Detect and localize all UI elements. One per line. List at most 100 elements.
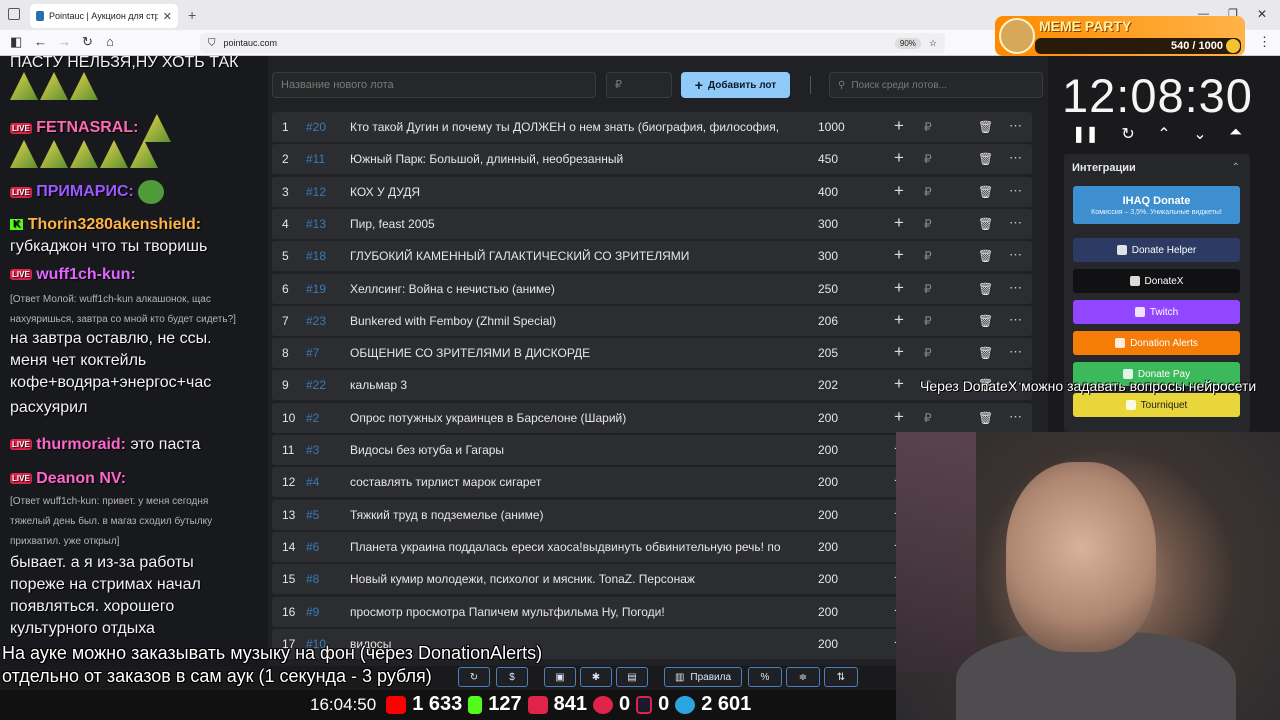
bug-button[interactable]: ✱ <box>580 667 612 687</box>
add-amount-icon[interactable]: + <box>894 181 904 201</box>
more-options-icon[interactable]: ⋯ <box>1009 280 1022 296</box>
delete-lot-icon[interactable]: 🗑 <box>978 120 993 134</box>
pause-icon[interactable]: ❚❚ <box>1072 124 1099 146</box>
forward-icon[interactable]: → <box>58 34 71 49</box>
lot-amount[interactable]: 200 <box>818 443 838 457</box>
add-amount-icon[interactable]: + <box>894 342 904 362</box>
more-options-icon[interactable]: ⋯ <box>1009 247 1022 263</box>
lot-row[interactable]: 1 #20 Кто такой Дугин и почему ты ДОЛЖЕН о… <box>272 112 1032 142</box>
chat-nickname[interactable]: ПРИМАРИС: <box>36 183 134 200</box>
back-icon[interactable]: ← <box>34 34 47 49</box>
new-lot-name-input[interactable]: Название нового лота <box>272 72 596 98</box>
more-options-icon[interactable]: ⋯ <box>1009 409 1022 425</box>
chat-nickname[interactable]: thurmoraid: <box>36 436 126 453</box>
lot-amount[interactable]: 200 <box>818 411 838 425</box>
integration-button-twitch[interactable]: Twitch <box>1073 300 1240 324</box>
delete-lot-icon[interactable]: 🗑 <box>978 152 993 166</box>
delete-lot-icon[interactable]: 🗑 <box>978 314 993 328</box>
lot-row[interactable]: 8 #7 ОБЩЕНИЕ СО ЗРИТЕЛЯМИ В ДИСКОРДЕ 205 + ₽ 🗑… <box>272 338 1032 369</box>
more-options-icon[interactable]: ⋯ <box>1009 183 1022 199</box>
lot-amount[interactable]: 300 <box>818 249 838 263</box>
add-amount-icon[interactable]: + <box>894 213 904 233</box>
lot-name[interactable]: ГЛУБОКИЙ КАМЕННЫЙ ГАЛАКТИЧЕСКИЙ СО ЗРИТЕ… <box>350 249 790 263</box>
rules-button[interactable]: ▥ Правила <box>664 667 742 687</box>
lot-amount[interactable]: 250 <box>818 282 838 296</box>
lot-amount[interactable]: 202 <box>818 378 838 392</box>
lot-row[interactable]: 5 #18 ГЛУБОКИЙ КАМЕННЫЙ ГАЛАКТИЧЕСКИЙ СО З… <box>272 241 1032 272</box>
add-amount-icon[interactable]: + <box>894 407 904 427</box>
lot-amount[interactable]: 200 <box>818 508 838 522</box>
new-lot-price-input[interactable]: ₽ <box>606 72 672 98</box>
lot-amount[interactable]: 200 <box>818 637 838 651</box>
integration-button-tourniquet[interactable]: Tourniquet <box>1073 393 1240 417</box>
lot-amount[interactable]: 206 <box>818 314 838 328</box>
lot-name[interactable]: Bunkered with Femboy (Zhmil Special) <box>350 314 790 328</box>
lot-name[interactable]: просмотр просмотра Папичем мультфильма Н… <box>350 605 790 619</box>
dollar-button[interactable]: $ <box>496 667 528 687</box>
lot-name[interactable]: Хеллсинг: Война с нечистью (аниме) <box>350 282 790 296</box>
lot-name[interactable]: КОХ У ДУДЯ <box>350 185 790 199</box>
url-bar[interactable]: ⛉ pointauc.com 90% ☆ <box>200 33 945 53</box>
close-tab-icon[interactable]: ✕ <box>163 10 172 23</box>
add-amount-icon[interactable]: + <box>894 245 904 265</box>
integration-button-donate-helper[interactable]: Donate Helper <box>1073 238 1240 262</box>
lot-name[interactable]: Южный Парк: Большой, длинный, необрезанн… <box>350 152 790 166</box>
lot-amount[interactable]: 200 <box>818 540 838 554</box>
window-close-icon[interactable]: ✕ <box>1257 7 1267 21</box>
integration-button-donatex[interactable]: DonateX <box>1073 269 1240 293</box>
lot-name[interactable]: Опрос потужных украинцев в Барселоне (Ша… <box>350 411 790 425</box>
lot-amount[interactable]: 450 <box>818 152 838 166</box>
more-options-icon[interactable]: ⋯ <box>1009 344 1022 360</box>
delete-lot-icon[interactable]: 🗑 <box>978 282 993 296</box>
chat-nickname[interactable]: Thorin3280akenshield: <box>28 216 201 233</box>
chat-nickname[interactable]: wuff1ch-kun: <box>36 266 136 283</box>
new-tab-icon[interactable]: + <box>188 7 196 23</box>
lot-amount[interactable]: 300 <box>818 217 838 231</box>
lot-amount[interactable]: 200 <box>818 605 838 619</box>
split-button[interactable]: ≑ <box>786 667 820 687</box>
lot-row[interactable]: 4 #13 Пир, feast 2005 300 + ₽ 🗑 ⋯ <box>272 208 1032 239</box>
add-amount-icon[interactable]: + <box>894 278 904 298</box>
add-amount-icon[interactable]: + <box>894 374 904 394</box>
integration-button-donation-alerts[interactable]: Donation Alerts <box>1073 331 1240 355</box>
lot-amount[interactable]: 400 <box>818 185 838 199</box>
add-lot-button[interactable]: + Добавить лот <box>681 72 790 98</box>
save-button[interactable]: ▣ <box>544 667 576 687</box>
double-chevron-up-icon[interactable]: ⏶ <box>1229 124 1242 146</box>
delete-lot-icon[interactable]: 🗑 <box>978 411 993 425</box>
lot-name[interactable]: Новый кумир молодежи, психолог и мясник.… <box>350 572 790 586</box>
chat-nickname[interactable]: Deanon NV: <box>36 470 126 487</box>
add-amount-icon[interactable]: + <box>894 116 904 136</box>
lot-name[interactable]: составлять тирлист марок сигарет <box>350 475 790 489</box>
lot-name[interactable]: кальмар 3 <box>350 378 790 392</box>
add-amount-icon[interactable]: + <box>894 310 904 330</box>
lot-name[interactable]: Пир, feast 2005 <box>350 217 790 231</box>
zoom-level-badge[interactable]: 90% <box>894 37 921 49</box>
delete-lot-icon[interactable]: 🗑 <box>978 249 993 263</box>
percent-button[interactable]: % <box>748 667 782 687</box>
lot-name[interactable]: Видосы без ютуба и Гагары <box>350 443 790 457</box>
ihaq-donate-button[interactable]: IHAQ Donate Комиссия – 3,5%. Уникальные … <box>1073 186 1240 224</box>
delete-lot-icon[interactable]: 🗑 <box>978 217 993 231</box>
more-options-icon[interactable]: ⋯ <box>1009 150 1022 166</box>
lot-amount[interactable]: 200 <box>818 475 838 489</box>
lot-name[interactable]: Планета украина поддалась ереси хаоса!вы… <box>350 540 790 554</box>
restart-button[interactable]: ↻ <box>458 667 490 687</box>
add-amount-icon[interactable]: + <box>894 148 904 168</box>
chevron-down-icon[interactable]: ⌄ <box>1193 124 1206 146</box>
chevron-up-icon[interactable]: ⌃ <box>1157 124 1170 146</box>
browser-tab[interactable]: Pointauc | Аукцион для стримера ✕ <box>30 4 178 28</box>
lot-row[interactable]: 3 #12 КОХ У ДУДЯ 400 + ₽ 🗑 ⋯ <box>272 176 1032 207</box>
sort-button[interactable]: ⇅ <box>824 667 858 687</box>
lot-row[interactable]: 2 #11 Южный Парк: Большой, длинный, необре… <box>272 144 1032 175</box>
delete-lot-icon[interactable]: 🗑 <box>978 185 993 199</box>
more-options-icon[interactable]: ⋯ <box>1009 118 1022 134</box>
lot-amount[interactable]: 1000 <box>818 120 845 134</box>
lot-row[interactable]: 9 #22 кальмар 3 202 + ₽ 🗑 ⋯ <box>272 370 1032 401</box>
lot-amount[interactable]: 200 <box>818 572 838 586</box>
lot-name[interactable]: Кто такой Дугин и почему ты ДОЛЖЕН о нем… <box>350 120 790 134</box>
chat-nickname[interactable]: FETNASRAL: <box>36 119 138 136</box>
collapse-icon[interactable]: ⌃ <box>1232 162 1240 173</box>
clear-button[interactable]: ▤ <box>616 667 648 687</box>
extensions-menu-icon[interactable]: ⋮ <box>1258 34 1271 50</box>
